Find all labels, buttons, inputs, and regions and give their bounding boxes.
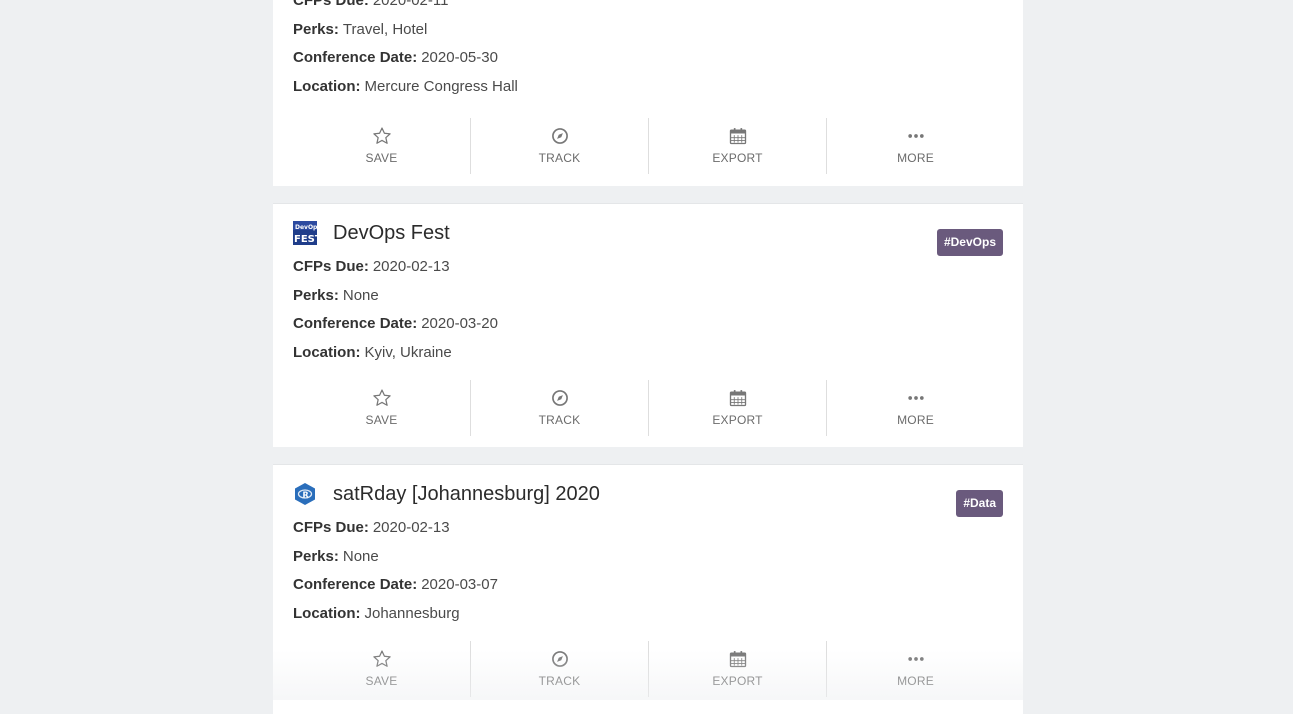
save-label: SAVE <box>293 674 470 688</box>
perks-row: Perks:None <box>293 548 498 577</box>
cfps-due-value: 2020-02-11 <box>373 0 449 9</box>
save-label: SAVE <box>293 413 470 427</box>
conference-date-row: Conference Date:2020-03-07 <box>293 576 498 605</box>
compass-icon <box>550 126 570 146</box>
cfps-due-label: CFPs Due: <box>293 0 369 9</box>
more-button[interactable]: MORE <box>826 380 1004 436</box>
export-label: EXPORT <box>649 151 826 165</box>
card-header: DevOps FEST DevOps Fest <box>293 220 450 246</box>
conference-card: CFPs Due:2020-02-11 Perks:Travel, Hotel … <box>273 0 1023 186</box>
conference-card: R satRday [Johannesburg] 2020 #Data CFPs… <box>273 464 1023 714</box>
perks-row: Perks:Travel, Hotel <box>293 21 518 50</box>
perks-value: None <box>343 287 379 304</box>
track-button[interactable]: TRACK <box>470 641 648 697</box>
cfps-due-value: 2020-02-13 <box>373 258 450 275</box>
conference-card: DevOps FEST DevOps Fest #DevOps CFPs Due… <box>273 203 1023 447</box>
topic-tag[interactable]: #DevOps <box>937 229 1003 256</box>
perks-value: Travel, Hotel <box>343 21 427 38</box>
card-fields: CFPs Due:2020-02-11 Perks:Travel, Hotel … <box>293 0 518 106</box>
more-dots-icon <box>906 126 926 146</box>
track-label: TRACK <box>471 674 648 688</box>
svg-text:FEST: FEST <box>294 234 317 245</box>
location-label: Location: <box>293 78 361 95</box>
export-button[interactable]: EXPORT <box>648 641 826 697</box>
conference-date-value: 2020-05-30 <box>421 49 498 66</box>
location-row: Location:Kyiv, Ukraine <box>293 344 498 373</box>
conference-date-label: Conference Date: <box>293 49 417 66</box>
export-button[interactable]: EXPORT <box>648 380 826 436</box>
more-label: MORE <box>827 151 1004 165</box>
export-label: EXPORT <box>649 413 826 427</box>
location-label: Location: <box>293 344 361 361</box>
perks-value: None <box>343 548 379 565</box>
more-button[interactable]: MORE <box>826 118 1004 174</box>
conference-date-row: Conference Date:2020-03-20 <box>293 315 498 344</box>
r-hexagon-logo: R <box>293 482 317 506</box>
star-icon <box>372 388 392 408</box>
more-button[interactable]: MORE <box>826 641 1004 697</box>
calendar-icon <box>728 388 748 408</box>
more-dots-icon <box>906 649 926 669</box>
calendar-icon <box>728 649 748 669</box>
track-button[interactable]: TRACK <box>470 118 648 174</box>
conference-date-row: Conference Date:2020-05-30 <box>293 49 518 78</box>
cfps-due-row: CFPs Due:2020-02-13 <box>293 258 498 287</box>
cfps-due-row: CFPs Due:2020-02-13 <box>293 519 498 548</box>
card-fields: CFPs Due:2020-02-13 Perks:None Conferenc… <box>293 519 498 633</box>
save-button[interactable]: SAVE <box>293 641 470 697</box>
save-label: SAVE <box>293 151 470 165</box>
conference-date-label: Conference Date: <box>293 315 417 332</box>
devops-fest-logo: DevOps FEST <box>293 221 317 245</box>
location-value: Mercure Congress Hall <box>365 78 518 95</box>
track-label: TRACK <box>471 151 648 165</box>
compass-icon <box>550 649 570 669</box>
conference-date-value: 2020-03-20 <box>421 315 498 332</box>
more-label: MORE <box>827 413 1004 427</box>
track-button[interactable]: TRACK <box>470 380 648 436</box>
save-button[interactable]: SAVE <box>293 380 470 436</box>
export-label: EXPORT <box>649 674 826 688</box>
location-row: Location:Mercure Congress Hall <box>293 78 518 107</box>
perks-label: Perks: <box>293 287 339 304</box>
svg-text:R: R <box>303 491 309 500</box>
card-fields: CFPs Due:2020-02-13 Perks:None Conferenc… <box>293 258 498 372</box>
cfps-due-label: CFPs Due: <box>293 519 369 536</box>
conference-title[interactable]: DevOps Fest <box>333 222 450 245</box>
calendar-icon <box>728 126 748 146</box>
svg-text:DevOps: DevOps <box>295 224 317 231</box>
perks-label: Perks: <box>293 548 339 565</box>
conference-title[interactable]: satRday [Johannesburg] 2020 <box>333 483 600 506</box>
location-value: Johannesburg <box>365 605 460 622</box>
card-actions: SAVE TRACK EXPORT MORE <box>293 380 1004 436</box>
card-actions: SAVE TRACK EXPORT MORE <box>293 118 1004 174</box>
perks-label: Perks: <box>293 21 339 38</box>
conference-date-value: 2020-03-07 <box>421 576 498 593</box>
more-dots-icon <box>906 388 926 408</box>
topic-tag[interactable]: #Data <box>956 490 1003 517</box>
conference-date-label: Conference Date: <box>293 576 417 593</box>
track-label: TRACK <box>471 413 648 427</box>
perks-row: Perks:None <box>293 287 498 316</box>
cfps-due-value: 2020-02-13 <box>373 519 450 536</box>
cfps-due-row: CFPs Due: 2020-02-11 <box>293 0 518 21</box>
location-row: Location:Johannesburg <box>293 605 498 634</box>
star-icon <box>372 126 392 146</box>
location-value: Kyiv, Ukraine <box>365 344 452 361</box>
location-label: Location: <box>293 605 361 622</box>
save-button[interactable]: SAVE <box>293 118 470 174</box>
card-header: R satRday [Johannesburg] 2020 <box>293 481 600 507</box>
star-icon <box>372 649 392 669</box>
more-label: MORE <box>827 674 1004 688</box>
compass-icon <box>550 388 570 408</box>
card-actions: SAVE TRACK EXPORT MORE <box>293 641 1004 697</box>
cfps-due-label: CFPs Due: <box>293 258 369 275</box>
export-button[interactable]: EXPORT <box>648 118 826 174</box>
